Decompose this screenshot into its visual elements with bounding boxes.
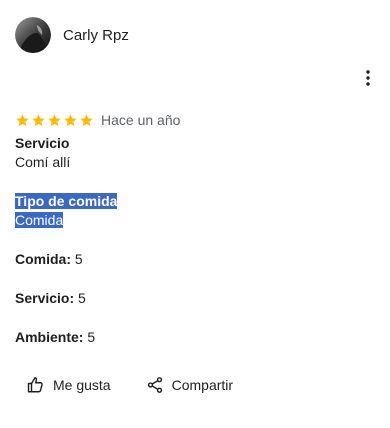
- more-options-button[interactable]: [360, 66, 376, 90]
- star-rating: [15, 113, 94, 128]
- thumb-up-icon: [27, 376, 45, 394]
- rating-comida: Comida: 5: [15, 250, 83, 269]
- rating-row: Hace un año: [15, 111, 180, 129]
- review-actions: Me gusta Compartir: [27, 371, 233, 399]
- share-label: Compartir: [171, 377, 234, 393]
- star-icon: [16, 113, 29, 126]
- author-name[interactable]: Carly Rpz: [63, 27, 129, 44]
- rating-servicio-value: 5: [78, 290, 86, 306]
- servicio-value: Comí allí: [15, 154, 71, 170]
- rating-comida-label: Comida:: [15, 251, 71, 267]
- selected-text: Comida: [15, 212, 64, 228]
- servicio-title: Servicio: [15, 135, 70, 151]
- selected-text: Tipo de comida: [15, 193, 118, 209]
- avatar[interactable]: [15, 17, 51, 53]
- like-button[interactable]: Me gusta: [27, 371, 111, 399]
- like-label: Me gusta: [53, 377, 111, 393]
- rating-ambiente-label: Ambiente:: [15, 329, 84, 345]
- rating-ambiente: Ambiente: 5: [15, 328, 95, 347]
- review-time: Hace un año: [101, 112, 181, 128]
- rating-comida-value: 5: [74, 251, 83, 267]
- share-button[interactable]: Compartir: [146, 371, 233, 399]
- star-icon: [48, 113, 61, 126]
- rating-ambiente-value: 5: [87, 329, 96, 345]
- tipo-comida-value: Comida: [15, 211, 64, 230]
- rating-servicio-label: Servicio:: [15, 290, 75, 306]
- star-icon: [32, 113, 45, 126]
- star-icon: [64, 113, 77, 126]
- rating-servicio: Servicio: 5: [15, 289, 86, 308]
- review-header: Carly Rpz: [15, 17, 129, 53]
- star-icon: [80, 113, 93, 126]
- review-card: Carly Rpz Hace un año Servicio Comí allí…: [0, 0, 390, 428]
- more-vert-icon: [366, 70, 370, 86]
- tipo-comida-title: Tipo de comida: [15, 192, 118, 211]
- share-icon: [146, 376, 164, 394]
